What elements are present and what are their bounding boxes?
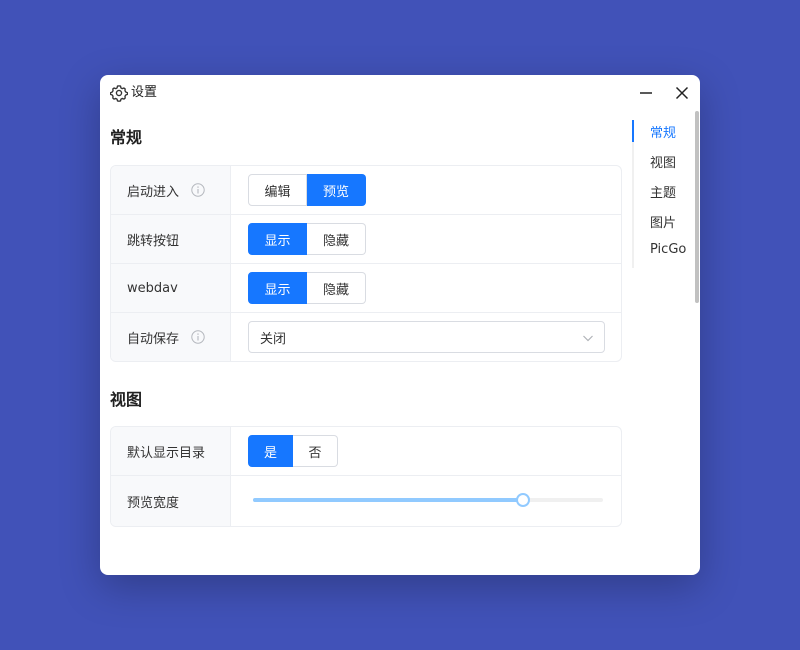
general-settings-card: 启动进入 编辑 预览 跳转按钮 显示 隐藏 webdav 显示 隐藏 自动保存 … [110,165,622,362]
setting-label-cell: 默认显示目录 [111,427,231,475]
section-title-view: 视图 [110,390,143,409]
webdav-toggle-group: 显示 隐藏 [248,272,366,304]
preview-width-label: 预览宽度 [127,495,180,511]
show-toc-label: 默认显示目录 [127,445,206,461]
jump-button-label: 跳转按钮 [127,233,180,249]
setting-row-jump-button: 跳转按钮 显示 隐藏 [111,215,621,264]
gear-icon [109,84,129,102]
toc-item-view[interactable]: 视图 [650,152,676,171]
webdav-option-show[interactable]: 显示 [248,272,307,304]
minimize-icon [640,92,652,94]
show-toc-option-yes[interactable]: 是 [248,435,293,467]
slider-handle[interactable] [515,493,530,507]
setting-label-cell: 启动进入 [111,166,231,214]
autosave-select-value: 关闭 [260,331,287,347]
chevron-down-icon [582,332,594,344]
setting-label-cell: 跳转按钮 [111,215,231,263]
toc-rail [632,120,634,268]
toc-item-theme[interactable]: 主题 [650,182,676,201]
setting-row-preview-width: 预览宽度 [111,476,621,526]
webdav-label: webdav [127,280,178,296]
startup-option-preview[interactable]: 预览 [307,174,366,206]
slider-track [253,498,523,502]
toc-active-marker [632,120,634,142]
section-title-general: 常规 [110,128,143,147]
view-settings-card: 默认显示目录 是 否 预览宽度 [110,426,622,527]
minimize-button[interactable] [632,81,660,105]
startup-option-edit[interactable]: 编辑 [248,174,307,206]
toc-item-general[interactable]: 常规 [650,122,676,141]
startup-toggle-group: 编辑 预览 [248,174,366,206]
show-toc-option-no[interactable]: 否 [293,435,338,467]
setting-row-webdav: webdav 显示 隐藏 [111,264,621,313]
preview-width-slider[interactable] [253,493,603,507]
toc-item-image[interactable]: 图片 [650,212,676,231]
title-bar: 设置 [100,75,700,111]
scrollbar[interactable] [694,111,700,575]
setting-label-cell: webdav [111,264,231,312]
setting-row-autosave: 自动保存 关闭 [111,313,621,361]
info-icon[interactable] [191,183,205,197]
window-title: 设置 [131,85,158,100]
setting-label-cell: 预览宽度 [111,476,231,526]
jump-button-toggle-group: 显示 隐藏 [248,223,366,255]
show-toc-toggle-group: 是 否 [248,435,338,467]
close-button[interactable] [668,81,696,105]
setting-label-cell: 自动保存 [111,313,231,361]
toc-item-picgo[interactable]: PicGo [650,242,686,257]
startup-label: 启动进入 [127,184,180,200]
info-icon[interactable] [191,330,205,344]
setting-row-show-toc: 默认显示目录 是 否 [111,427,621,476]
settings-window: 设置 常规 启动进入 编辑 预览 跳转按钮 显示 隐藏 webdav 显示 隐藏… [100,75,700,575]
close-icon [675,86,689,100]
settings-content: 常规 启动进入 编辑 预览 跳转按钮 显示 隐藏 webdav 显示 隐藏 自动… [100,111,630,575]
autosave-label: 自动保存 [127,331,180,347]
webdav-option-hide[interactable]: 隐藏 [307,272,366,304]
scrollbar-thumb[interactable] [695,111,699,303]
autosave-select[interactable]: 关闭 [248,321,605,353]
setting-row-startup: 启动进入 编辑 预览 [111,166,621,215]
jump-button-option-show[interactable]: 显示 [248,223,307,255]
jump-button-option-hide[interactable]: 隐藏 [307,223,366,255]
